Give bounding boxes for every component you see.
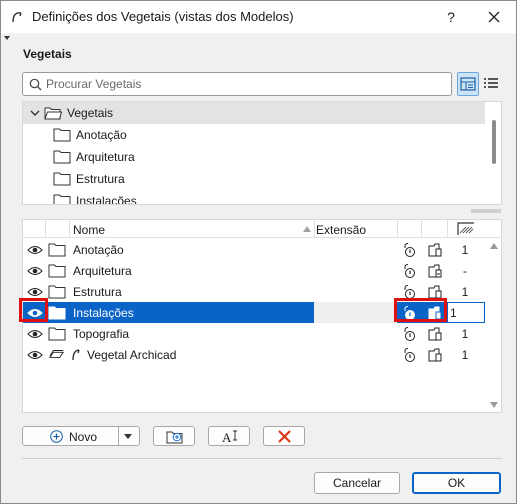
tree-view-button[interactable] — [457, 72, 479, 96]
cancel-button[interactable]: Cancelar — [314, 472, 400, 494]
sort-ascending-icon — [303, 226, 311, 232]
highlight-visibility — [19, 298, 48, 322]
delete-icon — [278, 430, 291, 443]
list-header: Nome Extensão — [23, 220, 501, 238]
list-row[interactable]: Arquitetura - — [23, 260, 483, 281]
scroll-up-arrow-icon[interactable] — [490, 243, 498, 249]
close-button[interactable] — [484, 7, 504, 27]
folder-icon — [53, 172, 71, 186]
rename-icon: A — [222, 430, 237, 444]
pen-value[interactable]: - — [459, 264, 471, 278]
new-button[interactable]: Novo — [22, 426, 140, 446]
column-header-extension[interactable]: Extensão — [316, 223, 366, 237]
lock-icon[interactable] — [401, 263, 417, 279]
window-title: Definições dos Vegetais (vistas dos Mode… — [32, 9, 294, 24]
folder-tree: Vegetais Anotação Arquitetura Estrutura … — [22, 101, 502, 205]
pen-value[interactable]: 1 — [459, 285, 471, 299]
layer-icon[interactable] — [427, 242, 443, 258]
panel-collapse-icon[interactable] — [4, 36, 10, 40]
folder-icon — [53, 194, 71, 204]
lock-icon[interactable] — [401, 242, 417, 258]
vegetation-settings-dialog: Definições dos Vegetais (vistas dos Mode… — [0, 0, 517, 504]
delete-button[interactable] — [263, 426, 305, 446]
list-row[interactable]: Anotação 1 — [23, 239, 483, 260]
dropdown-arrow-icon[interactable] — [124, 434, 132, 439]
tree-scrollbar[interactable] — [492, 120, 496, 164]
search-box[interactable] — [22, 72, 452, 96]
folder-icon — [53, 150, 71, 164]
search-input[interactable] — [46, 76, 446, 92]
row-name: Vegetal Archicad — [87, 348, 177, 362]
tree-item-label: Anotação — [76, 128, 127, 142]
tree-item-label: Arquitetura — [76, 150, 135, 164]
row-name: Instalações — [73, 306, 134, 320]
title-bar: Definições dos Vegetais (vistas dos Mode… — [1, 1, 516, 33]
layer-mixed-icon[interactable] — [427, 263, 443, 279]
list-row[interactable]: Topografia 1 — [23, 323, 483, 344]
pen-value[interactable]: 1 — [459, 348, 471, 362]
scroll-down-arrow-icon[interactable] — [490, 402, 498, 408]
tree-item-label: Instalações — [76, 194, 137, 205]
tree-item[interactable]: Instalações — [23, 190, 483, 205]
folder-icon — [48, 306, 66, 320]
ok-button[interactable]: OK — [412, 472, 501, 494]
surface-layer-icon — [49, 350, 65, 359]
section-title: Vegetais — [23, 47, 72, 61]
eye-icon[interactable] — [27, 266, 43, 276]
fill-pen-header-icon — [457, 222, 474, 235]
eye-icon[interactable] — [27, 287, 43, 297]
folder-icon — [48, 264, 66, 278]
extension-cell[interactable] — [314, 302, 397, 323]
eye-icon[interactable] — [27, 329, 43, 339]
eye-icon[interactable] — [27, 245, 43, 255]
tree-view-icon — [460, 77, 476, 91]
list-row[interactable]: Vegetal Archicad 1 — [23, 344, 483, 365]
lock-icon[interactable] — [401, 326, 417, 342]
layer-icon[interactable] — [427, 347, 443, 363]
row-name: Topografia — [73, 327, 130, 341]
search-icon — [29, 78, 42, 91]
pen-value: 1 — [450, 306, 457, 320]
folder-icon — [53, 128, 71, 142]
close-icon — [488, 11, 500, 23]
layer-icon[interactable] — [427, 326, 443, 342]
tree-item-label: Estrutura — [76, 172, 125, 186]
panel-splitter[interactable] — [471, 209, 501, 213]
tree-item[interactable]: Estrutura — [23, 168, 483, 190]
folder-icon — [48, 243, 66, 257]
footer-divider — [22, 458, 502, 459]
row-name: Arquitetura — [73, 264, 132, 278]
column-header-name[interactable]: Nome — [73, 223, 105, 237]
svg-text:A: A — [222, 430, 232, 444]
help-button[interactable]: ? — [441, 7, 461, 27]
new-folder-icon — [166, 431, 183, 444]
tree-root-label: Vegetais — [67, 106, 114, 120]
open-folder-icon — [44, 107, 62, 120]
vegetation-app-icon — [12, 12, 22, 23]
list-view-icon — [484, 78, 498, 88]
tree-root-item[interactable]: Vegetais — [23, 102, 485, 124]
row-name: Estrutura — [73, 285, 122, 299]
pen-value[interactable]: 1 — [459, 243, 471, 257]
folder-icon — [48, 285, 66, 299]
vegetation-icon — [72, 349, 80, 361]
new-button-label: Novo — [69, 430, 98, 444]
chevron-down-icon[interactable] — [30, 108, 40, 118]
highlight-lock-layer — [394, 298, 447, 322]
rename-button[interactable]: A — [208, 426, 250, 446]
folder-icon — [48, 327, 66, 341]
row-name: Anotação — [73, 243, 124, 257]
tree-item[interactable]: Anotação — [23, 124, 483, 146]
eye-icon[interactable] — [27, 350, 43, 360]
plus-circle-icon — [50, 430, 63, 443]
tree-item[interactable]: Arquitetura — [23, 146, 483, 168]
new-folder-button[interactable] — [153, 426, 195, 446]
lock-icon[interactable] — [401, 347, 417, 363]
pen-value[interactable]: 1 — [459, 327, 471, 341]
list-view-button[interactable] — [481, 72, 503, 96]
pen-input[interactable]: 1 — [447, 302, 485, 323]
